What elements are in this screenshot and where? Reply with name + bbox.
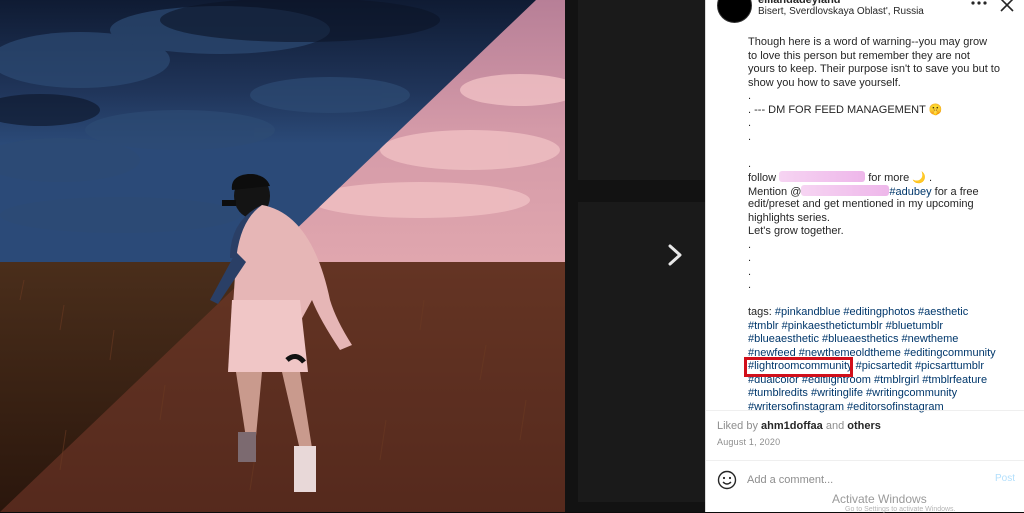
tag-line: #writersofinstagram #editorsofinstagram — [748, 401, 1006, 415]
hashtag-link[interactable]: #pinkaesthetictumblr — [782, 320, 883, 332]
caption-dm-line: . --- DM FOR FEED MANAGEMENT 🤫 — [748, 103, 943, 116]
caption-dot: . — [748, 117, 752, 129]
activate-windows-title: Activate Windows — [832, 492, 927, 506]
caption-line: edit/preset and get mentioned in my upco… — [748, 198, 974, 210]
hashtag-link[interactable]: #aesthetic — [918, 306, 968, 318]
mention-suffix: for a free — [931, 185, 979, 198]
hashtag-link[interactable]: #writinglife — [811, 387, 863, 399]
caption-dot: . — [748, 252, 752, 264]
mention-text: Mention @ — [748, 185, 802, 198]
highlight-box — [744, 357, 853, 377]
hashtag-link[interactable]: #blueaesthetics — [822, 333, 898, 345]
location-link[interactable]: Bisert, Sverdlovskaya Oblast', Russia — [758, 6, 924, 17]
hashtag-link[interactable]: #adubey — [889, 186, 931, 198]
hashtag-link[interactable]: #tmblr — [748, 320, 779, 332]
likes-prefix: Liked by — [717, 420, 762, 432]
tags-label: tags: — [748, 306, 775, 318]
hashtag-link[interactable]: #pinkandblue — [775, 306, 840, 318]
chevron-right-icon — [668, 244, 682, 266]
comment-input[interactable] — [747, 472, 977, 488]
caption-dot: . — [748, 279, 752, 291]
photo-illustration — [0, 0, 565, 512]
caption-line: highlights series. — [748, 211, 830, 224]
caption-dot: . — [748, 238, 752, 251]
caption-line: to love this person but remember they ar… — [748, 49, 970, 62]
more-icon[interactable] — [970, 0, 988, 8]
caption-follow-line: follow for more 🌙 . — [748, 171, 1006, 185]
post-photo[interactable] — [0, 0, 565, 512]
tag-line: tags: #pinkandblue #editingphotos #aesth… — [748, 306, 1006, 320]
next-post-button[interactable] — [660, 240, 690, 270]
post-details-panel: elliandadeyland Bisert, Sverdlovskaya Ob… — [705, 0, 1024, 512]
caption-dot: . — [748, 90, 752, 102]
follow-text: follow — [748, 172, 780, 184]
post-header: elliandadeyland Bisert, Sverdlovskaya Ob… — [706, 0, 1024, 24]
hashtag-link[interactable]: #picsarttumblr — [915, 360, 984, 372]
follow-suffix: for more 🌙 . — [865, 172, 933, 184]
post-comment-button[interactable]: Post — [995, 473, 1015, 484]
hashtag-link[interactable]: #editingcommunity — [904, 347, 996, 359]
likes-middle: and — [822, 420, 848, 432]
hashtag-link[interactable]: #editingphotos — [843, 306, 915, 318]
hashtag-link[interactable]: #tmblrgirl — [874, 374, 919, 386]
likes-summary: Liked by ahm1doffaa and others — [717, 420, 881, 432]
redacted-handle — [779, 171, 866, 182]
caption-line: Though here is a word of warning--you ma… — [748, 36, 988, 48]
caption-line: yours to keep. Their purpose isn't to sa… — [748, 63, 1000, 75]
post-date: August 1, 2020 — [717, 437, 781, 447]
tag-line: #blueaesthetic #blueaesthetics #newtheme — [748, 333, 1006, 347]
tag-line: #lightroomcommunity #picsartedit #picsar… — [744, 357, 1006, 377]
caption-dot: . — [748, 157, 752, 170]
tag-line: #tmblr #pinkaesthetictumblr #bluetumblr — [748, 320, 1006, 334]
caption-line: Let's grow together. — [748, 225, 844, 237]
hashtag-link[interactable]: #bluetumblr — [886, 320, 943, 332]
hashtag-link[interactable]: #tmblrfeature — [922, 374, 987, 386]
liker-username[interactable]: ahm1doffaa — [761, 420, 823, 432]
hashtag-link[interactable]: #tumblredits — [748, 387, 808, 399]
background-thumbnail — [578, 0, 705, 180]
caption-line: show you how to save yourself. — [748, 76, 901, 89]
close-icon[interactable] — [998, 0, 1016, 14]
hashtag-link[interactable]: #writingcommunity — [866, 387, 957, 399]
likes-others-link[interactable]: others — [847, 420, 881, 432]
hashtag-link[interactable]: #picsartedit — [856, 360, 912, 372]
caption-dot: . — [748, 130, 752, 143]
divider — [706, 460, 1024, 461]
redacted-handle — [801, 184, 890, 196]
hashtag-link[interactable]: #blueaesthetic — [748, 333, 819, 345]
caption-dot: . — [748, 265, 752, 278]
smiley-icon[interactable] — [717, 470, 737, 490]
caption-mention-line: Mention @ #adubey for a free — [748, 184, 1006, 199]
avatar[interactable] — [717, 0, 752, 23]
tag-line: #tumblredits #writinglife #writingcommun… — [748, 387, 1006, 401]
divider — [706, 410, 1024, 411]
post-caption: Though here is a word of warning--you ma… — [744, 36, 1006, 415]
hashtag-link[interactable]: #newtheme — [902, 333, 959, 345]
